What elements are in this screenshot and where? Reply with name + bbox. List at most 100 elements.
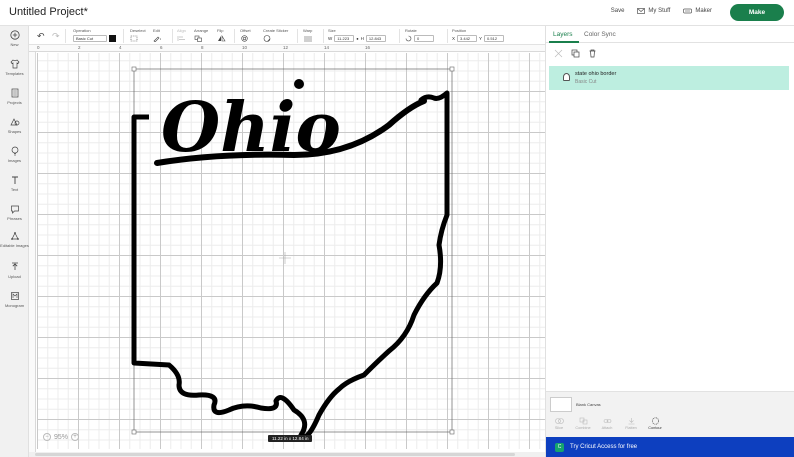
size-group: Size W 11.223 ● H 12.843 [328, 28, 386, 42]
design-canvas[interactable]: 0 2 4 6 8 10 12 14 16 Ohio − 95% + 11.22… [29, 45, 545, 457]
offset-group[interactable]: Offset [240, 28, 251, 42]
combine-button[interactable]: Combine [574, 417, 592, 430]
attach-button[interactable]: Attach [598, 417, 616, 430]
maker-button[interactable]: Maker [683, 8, 712, 14]
sticker-icon [263, 35, 271, 42]
sidebar-item-text[interactable]: Text [0, 175, 29, 192]
pencil-icon [153, 36, 161, 42]
rotate-icon [405, 35, 412, 42]
zoom-control: − 95% + [43, 433, 80, 441]
sidebar-item-phrases[interactable]: Phrases [0, 204, 29, 221]
top-actions: Save My Stuff Maker [611, 8, 712, 14]
warp-icon [304, 36, 312, 42]
toolbar-divider [447, 29, 448, 43]
scrollbar-thumb[interactable] [35, 453, 515, 456]
tab-color-sync[interactable]: Color Sync [584, 31, 616, 38]
sidebar-item-label: Phrases [7, 216, 22, 221]
sidebar-item-new[interactable]: New [0, 30, 29, 47]
flip-icon [218, 35, 226, 42]
operation-group: Operation Basic Cut [73, 28, 116, 42]
pos-x-input[interactable]: 3.442 [457, 35, 478, 42]
sidebar-item-label: Shapes [7, 129, 22, 134]
ohio-script-text: Ohio [161, 88, 341, 168]
delete-icon[interactable] [588, 49, 597, 58]
envelope-icon [637, 8, 646, 14]
plus-circle-icon [9, 30, 20, 40]
duplicate-icon[interactable] [571, 49, 580, 58]
selection-handle [131, 429, 137, 435]
pos-y-label: Y [479, 36, 483, 41]
shapes-icon [9, 118, 19, 126]
layers-panel: Layers Color Sync state ohio border Basi… [545, 26, 794, 457]
rotate-input[interactable]: 0 [414, 35, 434, 42]
text-icon [11, 176, 18, 184]
size-label: Size [328, 28, 336, 33]
pos-y-input[interactable]: 0.512 [484, 35, 505, 42]
sidebar-item-label: Upload [8, 274, 21, 279]
warp-group[interactable]: Warp [303, 28, 315, 42]
color-swatch[interactable] [109, 35, 116, 42]
sidebar-item-shapes[interactable]: Shapes [0, 117, 29, 134]
editable-images-icon [10, 232, 19, 240]
operation-label: Operation [73, 28, 91, 33]
toolbar-divider [399, 29, 400, 43]
deselect-group[interactable]: Deselect [130, 28, 146, 42]
arrange-icon [194, 35, 202, 42]
ohio-design[interactable]: Ohio [29, 45, 545, 457]
slice-button[interactable]: Slice [550, 417, 568, 430]
layer-type: Basic Cut [575, 79, 597, 85]
sidebar-item-label: Images [7, 158, 22, 163]
align-group[interactable]: Align [177, 28, 186, 42]
my-stuff-button[interactable]: My Stuff [637, 8, 670, 14]
horizontal-scrollbar[interactable] [29, 452, 545, 457]
sidebar-item-projects[interactable]: Projects [0, 88, 29, 105]
tab-layers[interactable]: Layers [553, 31, 573, 38]
flip-label: Flip [217, 28, 224, 33]
zoom-in-button[interactable]: + [71, 433, 80, 441]
redo-icon[interactable]: ↷ [52, 31, 60, 42]
operation-select[interactable]: Basic Cut [73, 35, 107, 42]
group-icon[interactable] [554, 49, 563, 58]
offset-label: Offset [240, 28, 251, 33]
size-w-label: W [328, 36, 333, 41]
create-sticker-group[interactable]: Create Sticker [263, 28, 288, 42]
sidebar-item-label: Monogram [4, 303, 25, 308]
shirt-icon [10, 59, 19, 69]
toolbar-divider [172, 29, 173, 43]
blank-canvas-thumbnail[interactable] [550, 397, 572, 412]
pos-x-label: X [452, 36, 456, 41]
sidebar-item-label: Text [10, 187, 19, 192]
deselect-label: Deselect [130, 28, 146, 33]
zoom-out-button[interactable]: − [43, 433, 51, 441]
align-label: Align [177, 28, 186, 33]
slice-label: Slice [554, 426, 564, 430]
lock-icon[interactable]: ● [356, 36, 358, 41]
active-tab-indicator [549, 41, 579, 43]
sidebar-item-templates[interactable]: Templates [0, 59, 29, 76]
edit-group[interactable]: Edit [153, 28, 162, 42]
attach-icon [603, 419, 611, 423]
flatten-button[interactable]: Flatten [622, 417, 640, 430]
contour-button[interactable]: Contour [646, 417, 664, 430]
save-button[interactable]: Save [611, 8, 625, 14]
cricut-access-banner[interactable]: C Try Cricut Access for free [546, 437, 794, 457]
slice-icon [554, 418, 564, 424]
left-sidebar: New Templates Projects Shapes Images Tex… [0, 26, 29, 457]
projects-icon [11, 88, 18, 98]
layer-row[interactable]: state ohio border Basic Cut [549, 66, 789, 90]
size-w-input[interactable]: 11.223 [334, 35, 355, 42]
flip-group[interactable]: Flip [217, 28, 226, 42]
arrange-group[interactable]: Arrange [194, 28, 208, 42]
sidebar-item-monogram[interactable]: Monogram [0, 291, 29, 308]
size-h-input[interactable]: 12.843 [365, 35, 386, 42]
toolbar-divider [234, 29, 235, 43]
zoom-value: 95% [54, 433, 69, 441]
sidebar-item-images[interactable]: Images [0, 146, 29, 163]
sidebar-item-editable-images[interactable]: Editable Images [0, 231, 29, 248]
undo-icon[interactable]: ↶ [37, 31, 45, 42]
my-stuff-label: My Stuff [648, 8, 671, 14]
rotate-label: Rotate [405, 28, 417, 33]
sidebar-item-upload[interactable]: Upload [0, 262, 29, 279]
make-button[interactable]: Make [730, 4, 784, 21]
project-title[interactable]: Untitled Project* [9, 6, 88, 18]
